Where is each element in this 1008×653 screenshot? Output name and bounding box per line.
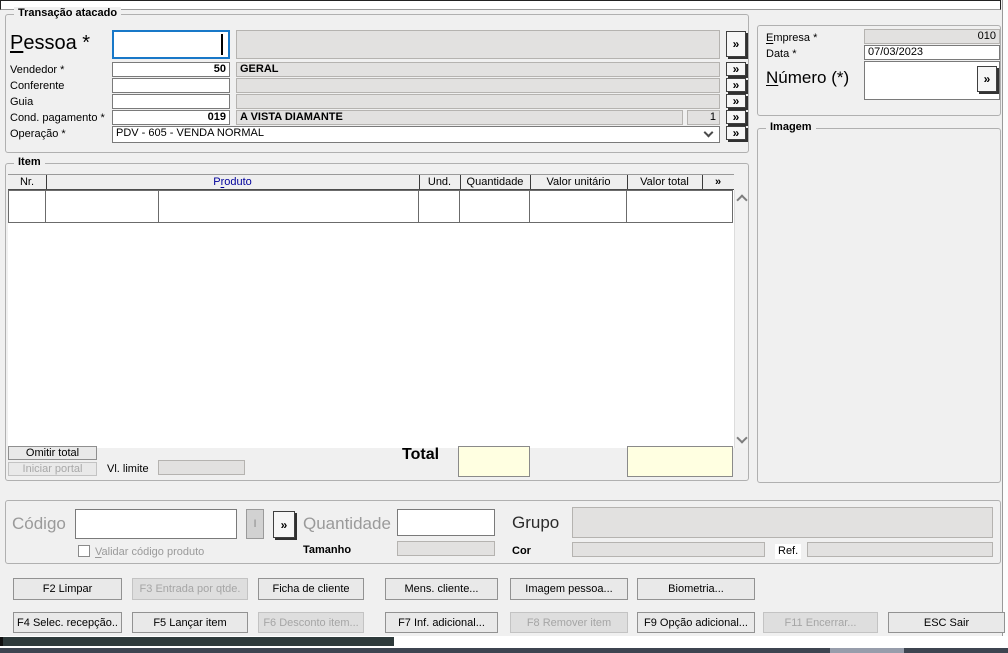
vl-limite-label: Vl. limite [107,463,149,475]
cond-pagamento-input[interactable]: 019 [112,110,230,125]
item-row-cell-und[interactable] [419,190,460,223]
data-input[interactable]: 07/03/2023 [864,45,1000,60]
conferente-more-button[interactable]: » [726,78,746,92]
vendedor-input[interactable]: 50 [112,62,230,77]
vl-limite-field [158,460,245,475]
codigo-input[interactable] [75,509,237,539]
window-right-edge [1002,0,1008,648]
pdv-window: Transação atacado Pessoa * » Vendedor * … [0,0,1008,653]
column-header-more[interactable]: » [702,175,734,189]
operacao-more-button[interactable]: » [726,126,746,140]
guia-display-field [236,94,720,109]
grupo-label: Grupo [512,513,560,532]
total-label: Total [402,446,440,463]
item-row-cell-valor-total[interactable] [627,190,733,223]
text-caret [221,34,223,55]
button-f2-limpar[interactable]: F2 Limpar [13,578,122,600]
pessoa-more-button[interactable]: » [726,31,746,57]
pessoa-input[interactable] [112,30,230,59]
item-table-header: Nr. Pr oduto Und. Quantidade Valor unitár… [8,174,734,190]
cond-pagamento-label: Cond. pagamento * [10,112,105,124]
quantidade-entry-input[interactable] [397,509,495,536]
guia-label: Guia [10,96,34,108]
conferente-input[interactable] [112,78,230,93]
item-row-cell-nr[interactable] [8,190,46,223]
numero-label: Número (*) [766,68,850,87]
item-row-cell-quantidade[interactable] [460,190,530,223]
bottom-dark-bar [2,637,394,646]
tamanho-label: Tamanho [303,544,352,556]
button-f5-lancar-item[interactable]: F5 Lançar item [132,612,248,633]
cond-pagamento-display-field: A VISTA DIAMANTE [236,110,683,125]
cond-pagamento-more-button[interactable]: » [726,110,746,124]
quantidade-entry-label: Quantidade [303,514,391,533]
operacao-label: Operação * [10,128,66,140]
tamanho-field [397,541,495,556]
scroll-up-icon[interactable] [736,194,748,206]
column-header-und[interactable]: Und. [419,175,461,189]
cor-field [572,542,765,557]
empresa-label: Empresa * [766,32,818,44]
iniciar-portal-button: Iniciar portal [8,462,97,476]
group-imagem: Imagem [757,121,1001,483]
taskbar-highlight-segment [830,648,904,653]
vendedor-display-field: GERAL [236,62,720,77]
data-label: Data * [766,48,797,60]
pessoa-label: Pessoa * [10,32,91,54]
item-row-cell-produto-codigo[interactable] [46,190,159,223]
pessoa-display-field [236,30,720,59]
column-header-quantidade[interactable]: Quantidade [460,175,531,189]
scroll-down-icon[interactable] [736,432,748,444]
column-header-nr[interactable]: Nr. [8,175,47,189]
conferente-display-field [236,78,720,93]
button-biometria[interactable]: Biometria... [637,578,755,600]
i-button: I [246,509,264,539]
cor-label: Cor [512,545,531,557]
item-list-area [8,190,734,448]
column-header-valor-total[interactable]: Valor total [627,175,703,189]
button-ficha-de-cliente[interactable]: Ficha de cliente [258,578,364,600]
button-f4-selec-recepcao[interactable]: F4 Selec. recepção.. [13,612,122,633]
item-row-cell-produto-descricao[interactable] [159,190,419,223]
item-row-cell-valor-unitario[interactable] [530,190,627,223]
empresa-field: 010 [864,29,1000,44]
button-f8-remover-item: F8 Remover item [510,612,628,633]
button-mens-cliente[interactable]: Mens. cliente... [385,578,498,600]
button-f9-opcao-adicional[interactable]: F9 Opção adicional... [637,612,755,633]
total-field-1 [458,446,530,477]
button-imagem-pessoa[interactable]: Imagem pessoa... [510,578,628,600]
guia-input[interactable] [112,94,230,109]
group-transacao-title: Transação atacado [14,7,122,19]
validar-codigo-checkbox[interactable] [78,545,90,557]
button-f3-entrada-por-qtde: F3 Entrada por qtde. [132,578,248,600]
column-header-valor-unitario[interactable]: Valor unitário [530,175,628,189]
button-f6-desconto-item: F6 Desconto item... [258,612,364,633]
codigo-label: Código [12,514,66,533]
numero-more-button[interactable]: » [977,66,997,92]
vendedor-label: Vendedor * [10,64,65,76]
bottom-dark-bar-end [0,637,3,646]
top-toolbar-strip [0,0,1001,10]
vendedor-more-button[interactable]: » [726,62,746,76]
item-list-scrollbar[interactable] [734,190,748,448]
ref-label: Ref. [775,544,802,559]
cond-pagamento-extra-field: 1 [687,110,720,125]
ref-field [807,542,993,557]
button-f7-inf-adicional[interactable]: F7 Inf. adicional... [385,612,498,633]
conferente-label: Conferente [10,80,65,92]
validar-codigo-label: Validar código produto [95,546,205,558]
grupo-field [572,507,993,538]
total-field-2 [627,446,733,477]
omitir-total-button[interactable]: Omitir total [8,446,97,460]
button-esc-sair[interactable]: ESC Sair [888,612,1005,633]
codigo-more-button[interactable]: » [273,511,295,538]
group-imagem-title: Imagem [766,121,816,133]
group-item-title: Item [14,156,45,168]
column-header-produto[interactable]: Pr oduto [46,175,420,189]
guia-more-button[interactable]: » [726,94,746,108]
button-f11-encerrar: F11 Encerrar... [763,612,878,633]
operacao-combobox[interactable]: PDV - 605 - VENDA NORMAL [112,126,720,143]
